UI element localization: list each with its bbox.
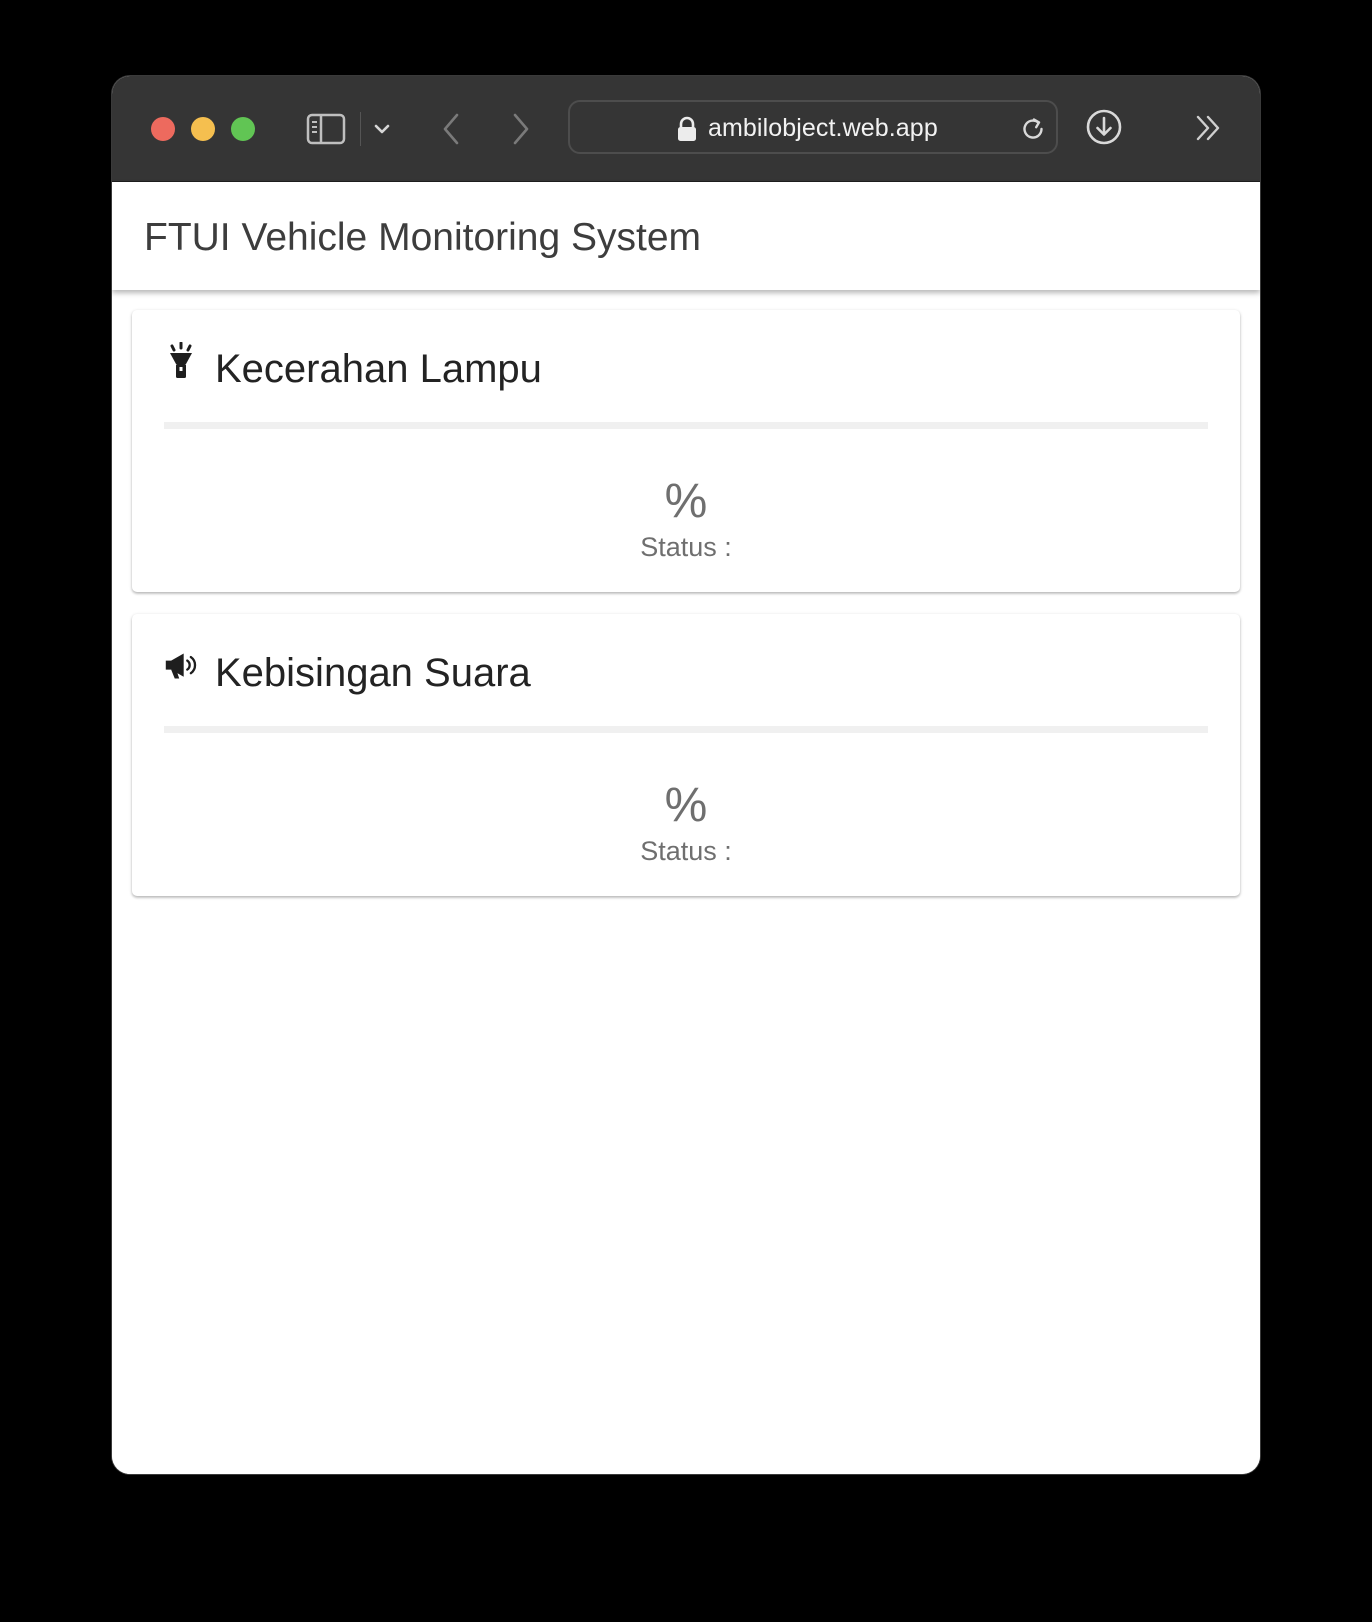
more-toolbar-items-button[interactable] [1192, 110, 1226, 146]
card-title: Kebisingan Suara [215, 651, 531, 695]
noise-value: % [664, 779, 708, 832]
sidebar-icon [306, 113, 346, 145]
minimize-window-button[interactable] [191, 117, 215, 141]
download-icon [1086, 109, 1122, 145]
reload-icon[interactable] [1018, 114, 1048, 144]
sidebar-toggle-button[interactable] [306, 109, 346, 149]
brightness-status: Status : [640, 532, 732, 562]
toolbar-separator [360, 112, 361, 146]
browser-toolbar: ambilobject.web.app [112, 76, 1260, 182]
noise-card: Kebisingan Suara % Status : [132, 614, 1240, 896]
brightness-card: Kecerahan Lampu % Status : [132, 310, 1240, 592]
url-text: ambilobject.web.app [708, 114, 938, 142]
forward-arrow-icon [513, 113, 529, 145]
page-content: FTUI Vehicle Monitoring System Kecerahan… [112, 182, 1260, 1474]
maximize-window-button[interactable] [231, 117, 255, 141]
browser-window: ambilobject.web.app FTUI Vehicle Monitor… [112, 76, 1260, 1474]
card-title: Kecerahan Lampu [215, 347, 542, 391]
close-window-button[interactable] [151, 117, 175, 141]
double-chevron-right-icon [1196, 115, 1220, 141]
back-arrow-icon [443, 113, 459, 145]
back-button[interactable] [434, 109, 468, 149]
page-title: FTUI Vehicle Monitoring System [144, 216, 702, 259]
chevron-down-icon [374, 124, 390, 134]
flashlight-icon [170, 342, 192, 378]
lock-icon [678, 116, 696, 141]
noise-status: Status : [640, 836, 732, 866]
address-bar[interactable]: ambilobject.web.app [568, 100, 1058, 154]
app-header: FTUI Vehicle Monitoring System [112, 182, 1260, 290]
tab-group-menu-button[interactable] [369, 116, 395, 142]
forward-button[interactable] [504, 109, 538, 149]
card-divider [164, 422, 1208, 429]
megaphone-icon [165, 653, 197, 679]
downloads-button[interactable] [1085, 108, 1123, 146]
card-divider [164, 726, 1208, 733]
brightness-value: % [664, 475, 708, 528]
